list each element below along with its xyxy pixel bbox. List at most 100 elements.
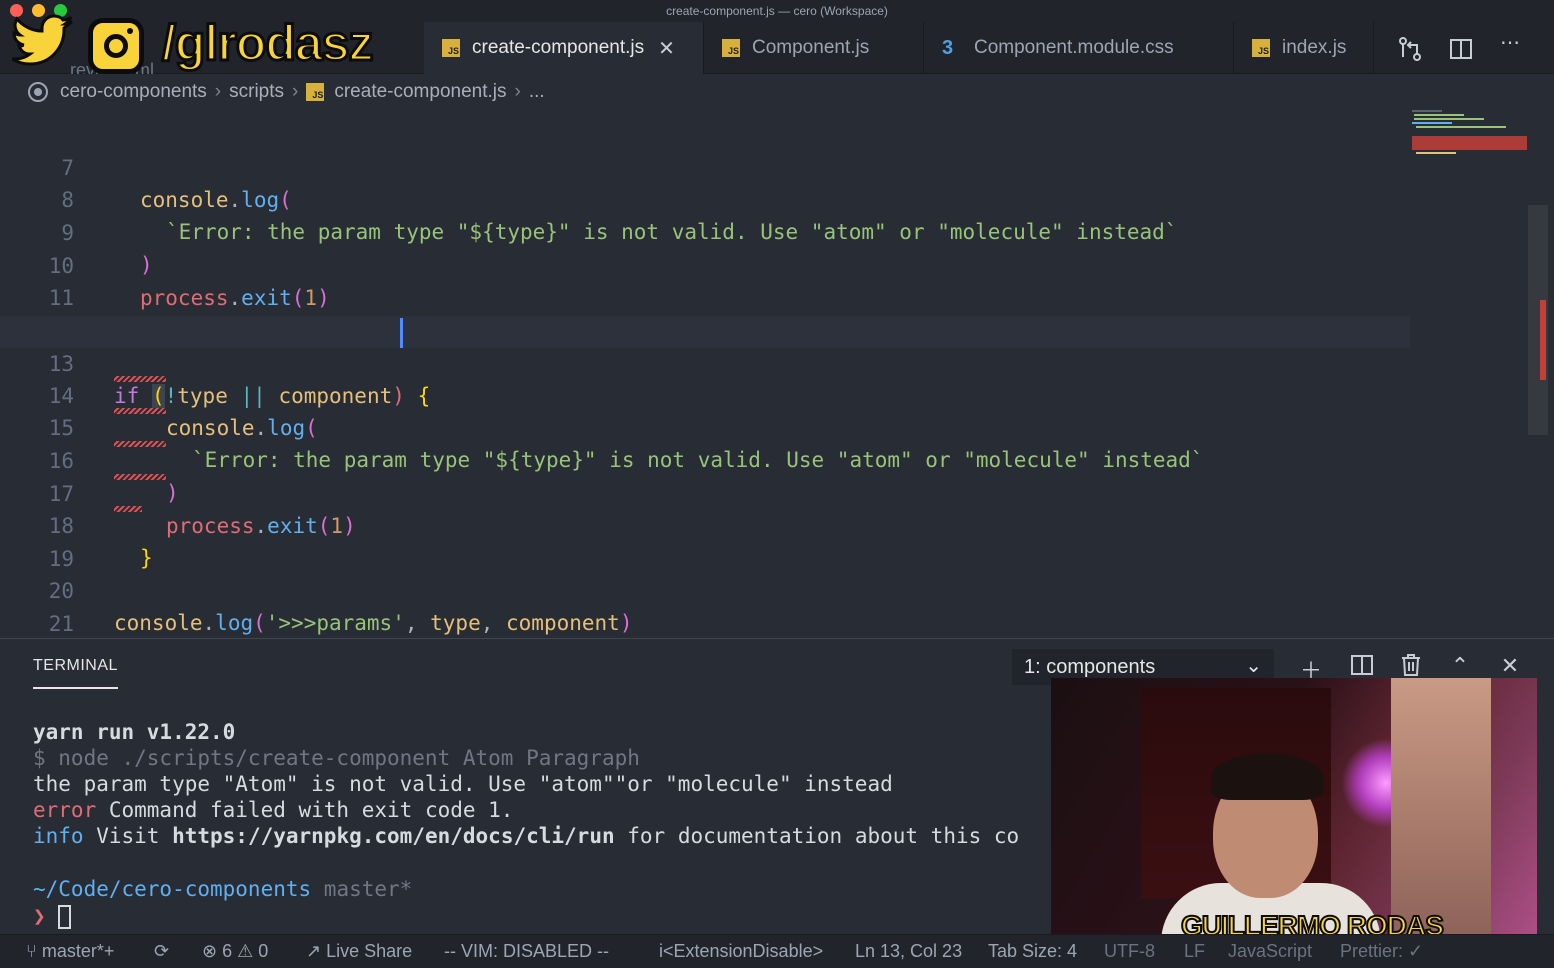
sync-icon[interactable]: ⟳	[154, 941, 169, 962]
code-editor[interactable]: 7 console.log( 8 `Error: the param type …	[0, 110, 1554, 638]
token: ,	[404, 611, 431, 635]
error-squiggle	[114, 408, 166, 414]
tab-label: create-component.js	[472, 37, 645, 58]
tab-label: index.js	[1282, 37, 1347, 58]
tab-label: Component.js	[752, 37, 870, 58]
workspace-folder-icon	[28, 82, 48, 102]
code-line: 9 )	[0, 185, 1410, 277]
git-branch-icon: ⑂	[26, 941, 37, 961]
token: console	[114, 611, 203, 635]
breadcrumb-root[interactable]: cero-components	[60, 81, 207, 103]
prompt-char: ❯	[33, 904, 46, 928]
error-squiggle	[114, 441, 166, 447]
code-line: 18 }	[0, 478, 1410, 570]
breadcrumb-file[interactable]: create-component.js	[334, 81, 506, 103]
code-line: 21	[0, 576, 1410, 636]
warning-count: 0	[258, 941, 269, 961]
live-share-label: Live Share	[326, 941, 413, 961]
token: type	[430, 611, 481, 635]
code-line: 10 process.exit(1)	[0, 218, 1410, 310]
close-icon[interactable]: ✕	[658, 36, 675, 61]
terminal-line: $ node ./scripts/create-component Atom P…	[33, 746, 640, 770]
token: component	[506, 611, 620, 635]
close-icon[interactable]: ✕	[1495, 653, 1525, 679]
line-ending[interactable]: LF	[1184, 941, 1205, 962]
terminal-input-line[interactable]: ❯	[33, 903, 72, 929]
token: )	[619, 611, 633, 635]
tab-create-component-js[interactable]: JS create-component.js ✕	[424, 22, 704, 74]
js-file-icon: JS	[1252, 39, 1270, 57]
error-squiggle	[114, 376, 166, 382]
webcam-presenter-hair	[1211, 754, 1323, 800]
terminal-text: Visit	[83, 824, 173, 848]
terminal-line: error Command failed with exit code 1.	[33, 797, 513, 823]
live-share-icon: ↗	[306, 941, 322, 961]
error-label: error	[33, 798, 97, 822]
css-file-icon: 3	[942, 37, 954, 59]
live-share-status[interactable]: ↗ Live Share	[306, 941, 412, 962]
chevron-down-icon: ⌄	[1245, 655, 1262, 677]
branch-label: master*+	[41, 941, 115, 961]
token: .	[202, 611, 216, 635]
minimap[interactable]	[1410, 110, 1528, 638]
vscode-window: create-component.js — cero (Workspace) r…	[0, 0, 1554, 968]
tab-terminal[interactable]: TERMINAL	[33, 657, 118, 689]
tab-label: Component.module.css	[974, 37, 1174, 58]
cursor-position[interactable]: Ln 13, Col 23	[855, 941, 962, 962]
code-line: 15 `Error: the param type "${type}" is n…	[0, 380, 1410, 472]
js-file-icon: JS	[306, 83, 325, 101]
js-file-icon: JS	[722, 39, 740, 57]
extension-status[interactable]: i<ExtensionDisable>	[659, 941, 823, 962]
chevron-right-icon: ›	[292, 81, 299, 102]
status-bar: ⑂ master*+ ⟳ ⊗ 6 ⚠ 0 ↗ Live Share -- VIM…	[0, 934, 1554, 968]
code-line: 16 )	[0, 413, 1410, 505]
terminal-line: info Visit https://yarnpkg.com/en/docs/c…	[33, 823, 1019, 849]
webcam-overlay: GUILLERMO RODAS	[1051, 678, 1537, 950]
tab-component-module-css[interactable]: 3 Component.module.css	[924, 22, 1234, 74]
terminal-line: the param type "Atom" is not valid. Use …	[33, 772, 893, 796]
encoding[interactable]: UTF-8	[1104, 941, 1155, 962]
open-changes-icon[interactable]	[1397, 36, 1423, 62]
problems-status[interactable]: ⊗ 6 ⚠ 0	[202, 941, 268, 962]
js-file-icon: JS	[442, 39, 460, 57]
code-line: 7 console.log(	[0, 120, 1410, 212]
split-editor-icon[interactable]	[1448, 36, 1474, 62]
terminal-text: for documentation about this co	[614, 824, 1020, 848]
prompt-branch: master*	[311, 877, 413, 901]
prompt-path: ~/Code/cero-components	[33, 877, 312, 901]
language-mode[interactable]: JavaScript	[1228, 941, 1312, 962]
tab-index-js[interactable]: JS index.js	[1234, 22, 1374, 74]
social-handle: /glrodasz	[160, 14, 374, 73]
text-cursor	[400, 318, 403, 348]
chevron-right-icon: ›	[514, 81, 521, 102]
code-line: 14 console.log(	[0, 348, 1410, 440]
breadcrumb-more[interactable]: ...	[529, 81, 545, 103]
tab-size[interactable]: Tab Size: 4	[988, 941, 1077, 962]
tab-component-js[interactable]: JS Component.js	[704, 22, 924, 74]
terminal-line: yarn run v1.22.0	[33, 720, 236, 744]
breadcrumb: cero-components › scripts › JS create-co…	[0, 74, 1554, 110]
instagram-icon	[88, 18, 144, 74]
token: log	[215, 611, 254, 635]
code-line: 20 console.log('>>>params', type, compon…	[0, 543, 1410, 635]
terminal-line: ~/Code/cero-components master*	[33, 876, 412, 902]
warning-icon: ⚠	[237, 941, 254, 961]
branch-status[interactable]: ⑂ master*+	[26, 941, 114, 962]
vim-status: -- VIM: DISABLED --	[444, 941, 610, 961]
breadcrumb-folder[interactable]: scripts	[229, 81, 284, 103]
info-label: info	[33, 824, 84, 848]
prettier-status[interactable]: Prettier: ✓	[1340, 941, 1423, 962]
chevron-right-icon: ›	[214, 81, 222, 102]
terminal-link[interactable]: https://yarnpkg.com/en/docs/cli/run	[172, 824, 615, 848]
webcam-background-door	[1391, 678, 1491, 938]
token: (	[253, 611, 266, 635]
token: ,	[480, 611, 507, 635]
chevron-up-icon[interactable]: ⌃	[1445, 653, 1475, 679]
scrollbar-error-marker	[1540, 300, 1546, 380]
code-line: 19	[0, 511, 1410, 571]
code-line-current: 13 if (!type || component) {	[0, 316, 1410, 408]
code-line: 17 process.exit(1)	[0, 446, 1410, 538]
line-number: 21	[48, 612, 74, 636]
more-actions-icon[interactable]: ⋯	[1497, 30, 1523, 56]
error-icon: ⊗	[202, 941, 218, 961]
